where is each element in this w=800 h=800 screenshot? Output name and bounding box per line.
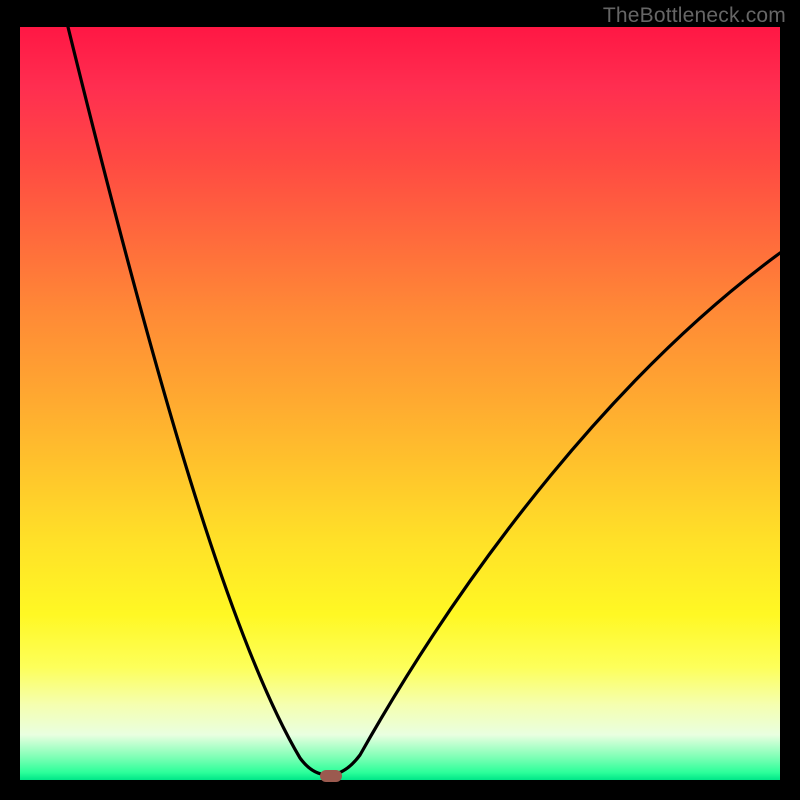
optimal-marker	[320, 770, 342, 782]
plot-area	[20, 27, 780, 780]
chart-stage: TheBottleneck.com	[0, 0, 800, 800]
watermark-text: TheBottleneck.com	[603, 4, 786, 28]
